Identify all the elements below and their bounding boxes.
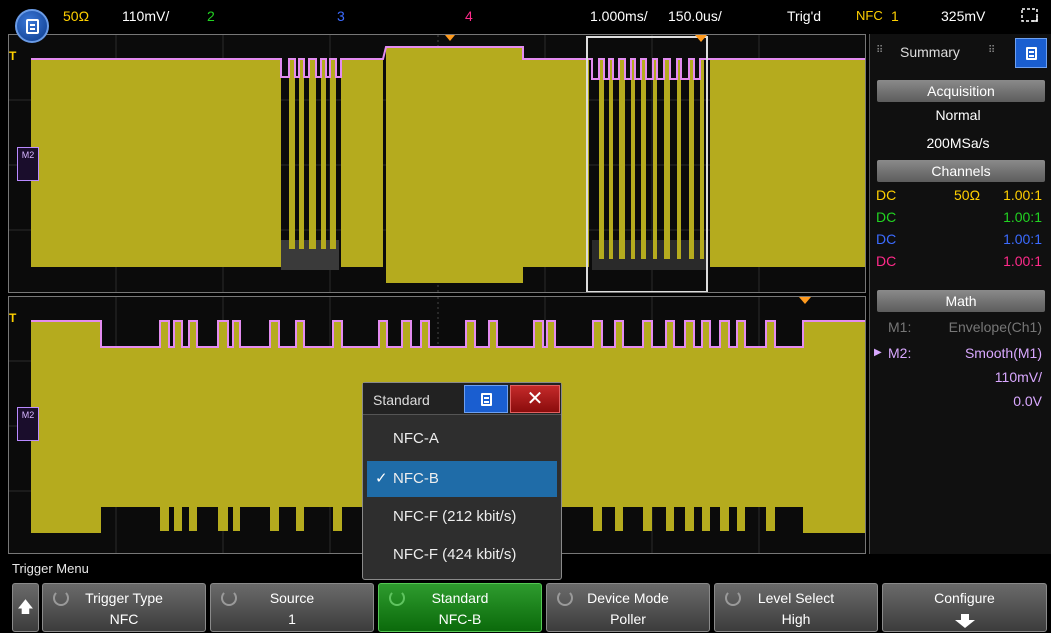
softkey-value: NFC-B: [438, 611, 482, 627]
status-bar: 50Ω 110mV/ 2 3 4 1.000ms/ 150.0us/ Trig'…: [0, 0, 1051, 32]
menu-icon: [25, 18, 39, 34]
dialog-header: Standard ✕: [363, 383, 561, 415]
ch1-impedance[interactable]: 50Ω: [63, 8, 89, 24]
zoom-timebase[interactable]: 150.0us/: [668, 8, 722, 24]
down-arrow-icon: [954, 614, 975, 628]
m1-label: M1:: [888, 319, 912, 335]
m2-scale: 110mV/: [994, 369, 1042, 385]
trigger-level[interactable]: 325mV: [941, 8, 985, 24]
trigger-mode[interactable]: NFC: [856, 8, 883, 23]
softkey-device-mode[interactable]: Device Mode Poller: [546, 583, 710, 632]
acquisition-mode: Normal: [935, 107, 981, 123]
up-arrow-icon: 🡅: [17, 599, 34, 616]
zoom-trigger-level-marker[interactable]: T: [9, 311, 16, 325]
trigger-state: Trig'd: [787, 8, 822, 24]
dialog-menu-button[interactable]: [464, 385, 508, 413]
softkey-label: Level Select: [757, 590, 835, 606]
ch4-probe: 1.00:1: [1003, 253, 1042, 269]
softkey-label: Trigger Type: [85, 590, 163, 606]
summary-title[interactable]: Summary: [900, 44, 960, 60]
channel-row-4: DC 1.00:1: [870, 250, 1046, 272]
grip-icon[interactable]: ⠿: [876, 46, 883, 58]
softkey-value: High: [781, 611, 811, 627]
ch1-probe: 1.00:1: [1003, 187, 1042, 203]
standard-dialog: Standard ✕ NFC-A ✓ NFC-B NFC-F (212 kbit…: [362, 382, 562, 580]
ch3-label[interactable]: 3: [337, 8, 345, 24]
channels-header[interactable]: Channels: [877, 160, 1045, 182]
m1-row: M1: Envelope(Ch1): [870, 316, 1046, 338]
m2-marker-label: M2: [21, 150, 35, 160]
softkey-bar: 🡅 Trigger Type NFC Source 1 Standard NFC…: [0, 580, 1051, 633]
back-button[interactable]: 🡅: [12, 583, 39, 632]
main-menu-button[interactable]: [15, 9, 49, 43]
ch2-label[interactable]: 2: [207, 8, 215, 24]
summary-header: ⠿ Summary ⠿: [870, 34, 1051, 72]
ch4-label[interactable]: 4: [465, 8, 473, 24]
softkey-value: 1: [288, 611, 296, 627]
zoom-m2-ground-marker[interactable]: M2: [17, 407, 39, 441]
option-nfc-a[interactable]: NFC-A: [367, 421, 557, 457]
menu-icon: [480, 392, 492, 406]
m2-offset: 0.0V: [1013, 393, 1042, 409]
zoom-m2-marker-label: M2: [21, 410, 35, 420]
timebase[interactable]: 1.000ms/: [590, 8, 648, 24]
option-nfc-f-424[interactable]: NFC-F (424 kbit/s): [367, 537, 557, 573]
overview-waveform: [9, 35, 865, 292]
option-nfc-b[interactable]: ✓ NFC-B: [367, 461, 557, 497]
ch4-coupling: DC: [876, 253, 897, 269]
softkey-label: Device Mode: [587, 590, 669, 606]
math-header[interactable]: Math: [877, 290, 1045, 312]
trigger-level-marker[interactable]: T: [9, 49, 16, 63]
trigger-menu-title: Trigger Menu: [12, 561, 89, 576]
summary-panel: ⠿ Summary ⠿ Acquisition Normal 200MSa/s …: [869, 34, 1051, 554]
ch3-probe: 1.00:1: [1003, 231, 1042, 247]
m2-label: M2:: [888, 345, 912, 361]
ch1-impedance-summary: 50Ω: [954, 187, 981, 203]
softkey-trigger-type[interactable]: Trigger Type NFC: [42, 583, 206, 632]
dialog-close-button[interactable]: ✕: [510, 385, 560, 413]
m1-function: Envelope(Ch1): [948, 319, 1042, 335]
softkey-label: Configure: [934, 590, 995, 606]
menu-icon: [1025, 46, 1037, 60]
trigger-source[interactable]: 1: [891, 8, 899, 24]
m2-ground-marker[interactable]: M2: [17, 147, 39, 181]
softkey-level-select[interactable]: Level Select High: [714, 583, 878, 632]
ch1-coupling: DC: [876, 187, 897, 203]
softkey-label: Standard: [431, 590, 489, 606]
softkey-label: Source: [269, 590, 315, 606]
option-nfc-b-label: NFC-B: [393, 470, 439, 487]
overview-waveform-pane[interactable]: T M2: [8, 34, 866, 293]
m2-row[interactable]: ▶ M2: Smooth(M1): [870, 342, 1046, 364]
m2-selected-arrow-icon: ▶: [874, 347, 882, 358]
ch2-coupling: DC: [876, 209, 897, 225]
dialog-title: Standard: [373, 392, 430, 408]
softkey-configure[interactable]: Configure: [882, 583, 1047, 632]
softkey-source[interactable]: Source 1: [210, 583, 374, 632]
channel-row-3: DC 1.00:1: [870, 228, 1046, 250]
channel-row-2: DC 1.00:1: [870, 206, 1046, 228]
m2-function: Smooth(M1): [964, 345, 1042, 361]
grip-icon-right[interactable]: ⠿: [988, 46, 995, 58]
sample-rate: 200MSa/s: [926, 135, 990, 151]
acquisition-header[interactable]: Acquisition: [877, 80, 1045, 102]
softkey-value: NFC: [109, 611, 139, 627]
softkey-value: Poller: [610, 611, 646, 627]
softkey-standard[interactable]: Standard NFC-B: [378, 583, 542, 632]
ch1-scale[interactable]: 110mV/: [122, 8, 169, 24]
ch3-coupling: DC: [876, 231, 897, 247]
close-icon: ✕: [526, 388, 544, 410]
summary-menu-button[interactable]: [1015, 38, 1047, 68]
ch2-probe: 1.00:1: [1003, 209, 1042, 225]
screen-capture-icon[interactable]: [1021, 8, 1039, 24]
channel-row-1: DC 50Ω 1.00:1: [870, 184, 1046, 206]
check-icon: ✓: [375, 470, 388, 487]
option-nfc-f-212[interactable]: NFC-F (212 kbit/s): [367, 499, 557, 535]
